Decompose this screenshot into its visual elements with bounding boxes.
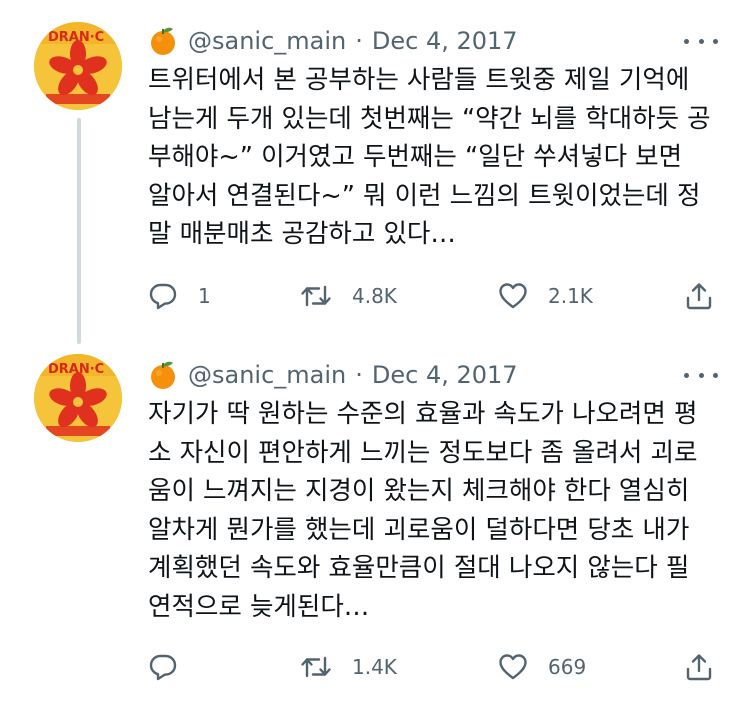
retweet-count: 1.4K (352, 655, 397, 679)
tweet-text-line: 연적으로 늦게된다… (148, 591, 370, 622)
tweet-actions: 1.4K 669 (148, 649, 718, 685)
reply-icon (148, 652, 178, 682)
more-dot (698, 38, 704, 44)
avatar[interactable] (34, 354, 122, 442)
reply-button[interactable]: 1 (148, 278, 211, 314)
user-handle[interactable]: @sanic_main (188, 361, 346, 389)
share-button[interactable] (684, 649, 714, 685)
reply-button[interactable] (148, 649, 198, 685)
tweet-actions: 1 4.8K 2.1K (148, 278, 718, 314)
tweet-text-line: 트위터에서 본 공부하는 사람들 트윗중 제일 기억에 (148, 65, 690, 95)
orange-brand-avatar-icon (34, 354, 122, 442)
tweet-text: 자기가 딱 원하는 수준의 효율과 속도가 나오려면 평 소 자신이 편안하게 … (148, 395, 728, 626)
like-count: 669 (548, 655, 587, 679)
tweet-date[interactable]: Dec 4, 2017 (372, 361, 518, 389)
more-options-icon[interactable] (684, 26, 718, 56)
avatar[interactable] (34, 22, 122, 110)
tangerine-emoji-icon (148, 26, 178, 56)
retweet-count: 4.8K (352, 284, 397, 308)
tweet-text: 트위터에서 본 공부하는 사람들 트윗중 제일 기억에 남는게 두개 있는데 첫… (148, 61, 728, 254)
share-icon (684, 281, 714, 311)
tweet-text-line: 알차게 뭔가를 했는데 괴로움이 덜하다면 당초 내가 (148, 514, 690, 545)
tweet-header: @sanic_main · Dec 4, 2017 (148, 24, 518, 58)
heart-icon (498, 281, 528, 311)
tweet-text-line: 부해야~” 이거였고 두번째는 “일단 쑤셔넣다 보면 (148, 142, 683, 172)
tweet-text-line: 움이 느껴지는 지경이 왔는지 체크해야 한다 열심히 (148, 476, 690, 506)
tweet-date[interactable]: Dec 4, 2017 (372, 27, 518, 55)
reply-icon (148, 281, 178, 311)
user-handle[interactable]: @sanic_main (188, 27, 346, 55)
heart-icon (498, 652, 528, 682)
reply-count: 1 (198, 284, 211, 308)
retweet-icon (300, 652, 332, 682)
share-icon (684, 652, 714, 682)
retweet-button[interactable]: 4.8K (300, 278, 397, 314)
retweet-button[interactable]: 1.4K (300, 649, 397, 685)
tweet-header: @sanic_main · Dec 4, 2017 (148, 358, 518, 392)
more-options-icon[interactable] (684, 360, 718, 390)
tweet-text-line: 남는게 두개 있는데 첫번째는 “약간 뇌를 학대하듯 공 (148, 103, 711, 134)
orange-brand-avatar-icon (34, 22, 122, 110)
tweet-text-line: 소 자신이 편안하게 느끼는 정도보다 좀 올려서 괴로 (148, 437, 698, 468)
like-count: 2.1K (548, 284, 593, 308)
tweet-text-line: 계획했던 속도와 효율만큼이 절대 나오지 않는다 필 (148, 553, 690, 583)
tangerine-emoji-icon (148, 360, 178, 390)
more-dot (684, 38, 689, 44)
more-dot (713, 38, 718, 44)
like-button[interactable]: 669 (498, 649, 586, 685)
tweet-text-line: 말 매분매초 공감하고 있다… (148, 219, 456, 249)
header-separator: · (355, 27, 363, 55)
more-dot (713, 372, 718, 378)
tweet-text-line: 알아서 연결된다~” 뭐 이런 느낌의 트윗이었는데 정 (148, 180, 701, 211)
like-button[interactable]: 2.1K (498, 278, 593, 314)
tweet[interactable]: @sanic_main · Dec 4, 2017 트위터에서 본 공부하는 사… (0, 0, 750, 345)
tweet-text-line: 자기가 딱 원하는 수준의 효율과 속도가 나오려면 평 (148, 399, 698, 429)
share-button[interactable] (684, 278, 714, 314)
retweet-icon (300, 281, 332, 311)
more-dot (698, 372, 704, 378)
more-dot (684, 372, 689, 378)
header-separator: · (355, 361, 363, 389)
thread-connector-line (77, 118, 81, 344)
tweet[interactable]: @sanic_main · Dec 4, 2017 자기가 딱 원하는 수준의 … (0, 345, 750, 705)
